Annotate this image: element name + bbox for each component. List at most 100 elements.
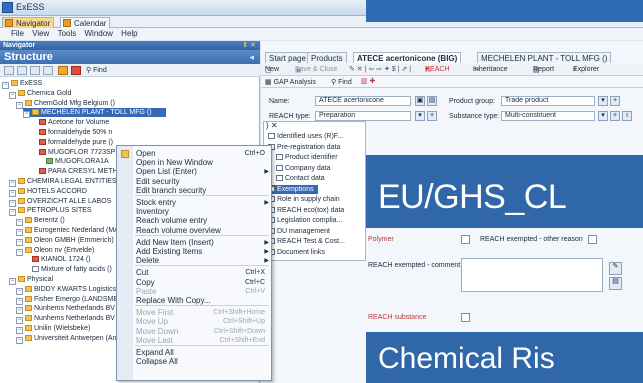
pin-close-icon[interactable]: ⇕ ✕: [242, 41, 256, 50]
add-icon[interactable]: +: [610, 111, 620, 121]
folder-icon: [25, 334, 32, 341]
add-icon[interactable]: +: [610, 96, 620, 106]
tree-node[interactable]: − Chemica Gold: [9, 89, 71, 99]
tree-node[interactable]: − Unilin (Wielsbeke): [16, 324, 90, 334]
edit-icon[interactable]: ▤: [427, 96, 437, 106]
tree-node[interactable]: − HOTELS ACCORD: [9, 187, 87, 197]
tree-node[interactable]: PARA CRESYL METH: [30, 167, 118, 176]
tree-node[interactable]: − Oleon nv (Ertvelde): [16, 246, 94, 256]
tab-navigator[interactable]: Navigator: [2, 17, 55, 28]
tree-node[interactable]: − Nunhems Netherlands BV (: [16, 304, 119, 315]
section-node[interactable]: Contact data: [276, 174, 325, 183]
structure-title: Structure: [4, 51, 53, 63]
expand-toggle-icon[interactable]: −: [9, 278, 16, 285]
tree-node[interactable]: formaldehyde pure (): [30, 138, 113, 147]
tree-node[interactable]: − Universiteit Antwerpen (An: [16, 334, 116, 344]
editor-tab[interactable]: Products: [307, 52, 347, 63]
reach-type-select[interactable]: Preparation: [315, 111, 411, 121]
tree-tool-expand-icon[interactable]: [17, 66, 27, 75]
section-node[interactable]: DU management: [268, 227, 330, 236]
tree-node-label: Oleon GMBH (Emmerich): [34, 236, 114, 244]
info-icon[interactable]: i: [622, 111, 632, 121]
menu-window[interactable]: Window: [81, 28, 115, 38]
dropdown-icon[interactable]: ▾: [415, 111, 425, 121]
dropdown-icon[interactable]: ▾: [598, 111, 608, 121]
menu-file[interactable]: File: [8, 28, 27, 38]
add-icon[interactable]: +: [427, 111, 437, 121]
gap-analysis-button[interactable]: ▦ GAP Analysis: [265, 78, 316, 86]
section-node[interactable]: Legislation complia...: [268, 216, 342, 225]
reach-exempted-comment-field[interactable]: [461, 258, 603, 292]
tree-node[interactable]: − OVERZICHT ALLE LABOS: [9, 197, 111, 207]
tree-node[interactable]: KIANOL 1724 (): [23, 255, 91, 264]
toolbar-icon-group[interactable]: ✎ ✕ | ⇦ ⇨ ✦ $ | ⇗ |: [349, 65, 411, 73]
tree-tool-pause-icon[interactable]: [71, 66, 81, 75]
tree-node[interactable]: Mixture of fatty acids (): [23, 265, 112, 274]
section-node[interactable]: Document links: [268, 248, 325, 257]
tree-node[interactable]: formaldehyde 50% n: [30, 128, 112, 137]
section-node[interactable]: REACH eco(tox) data: [268, 206, 344, 215]
editor-find-button[interactable]: ⚲ Find: [331, 78, 352, 86]
menu-tools[interactable]: Tools: [55, 28, 80, 38]
expand-toggle-icon[interactable]: −: [23, 111, 30, 119]
tree-node-label: Mixture of fatty acids (): [41, 266, 112, 274]
comment-lookup-icon[interactable]: ▤: [609, 277, 622, 290]
expand-toggle-icon[interactable]: −: [16, 248, 23, 256]
section-node[interactable]: Exemptions: [268, 184, 318, 194]
expand-toggle-icon[interactable]: −: [16, 101, 23, 109]
collapse-panel-icon[interactable]: ◂: [249, 50, 254, 64]
tree-node[interactable]: − ExESS: [2, 79, 42, 89]
editor-tab[interactable]: MECHELEN PLANT - TOLL MFG (): [477, 52, 612, 63]
tree-node[interactable]: − Berentz (): [16, 216, 65, 227]
tab-calendar[interactable]: Calendar: [60, 17, 111, 28]
polymer-checkbox[interactable]: [461, 235, 470, 244]
favorite-icon[interactable]: ▥ ✚: [361, 77, 375, 85]
tree-node[interactable]: MUGOFLOR 7723SP: [30, 148, 115, 157]
menu-view[interactable]: View: [29, 28, 52, 38]
reach-button[interactable]: ⚠ REACH ▾: [425, 65, 450, 74]
tree-node[interactable]: − PETROPLUS SITES: [9, 206, 92, 217]
reach-exempted-other-checkbox[interactable]: [588, 235, 597, 244]
tree-node[interactable]: Acetone for Volume: [30, 118, 109, 127]
tree-find-button[interactable]: ⚲ Find: [86, 66, 107, 74]
section-node[interactable]: REACH Test & Cost...: [268, 237, 345, 246]
section-node[interactable]: Product identifier: [276, 153, 338, 162]
folder-icon: [18, 178, 25, 184]
name-field[interactable]: ATECE acertonicone: [315, 96, 411, 106]
tree-node[interactable]: − BIDDY KWARTS Logistics (: [16, 285, 120, 295]
tree-node[interactable]: − CHEMIRA LEGAL ENTITIES: [9, 177, 117, 187]
tree-tool-filter-icon[interactable]: [43, 66, 53, 75]
tree-node[interactable]: − Eurogentec Nederland (MA: [16, 226, 119, 236]
section-node[interactable]: Identified uses (R)F...: [268, 132, 343, 141]
tree-node-label: KIANOL 1724 (): [41, 256, 91, 264]
editor-tab[interactable]: Start page: [265, 52, 310, 63]
product-group-select[interactable]: Trade product: [501, 96, 595, 106]
tree-node[interactable]: − ChemGold Mfg Belgium (): [16, 99, 115, 109]
subtree-close-icon[interactable]: ) ✕: [266, 121, 278, 130]
section-node[interactable]: Company data: [276, 164, 331, 173]
lookup-icon[interactable]: ▣: [415, 96, 425, 106]
expand-toggle-icon[interactable]: −: [9, 209, 16, 217]
expand-toggle-icon[interactable]: −: [9, 91, 16, 99]
section-node[interactable]: Role in supply chain: [268, 195, 340, 204]
tree-node[interactable]: − Physical: [9, 275, 53, 285]
menu-help[interactable]: Help: [118, 28, 140, 38]
tree-node[interactable]: − Fisher Emergo (LANDSMEE: [16, 295, 123, 305]
tree-node[interactable]: MUGOFLORA1A: [37, 157, 109, 166]
section-node[interactable]: Pre-registration data: [268, 143, 340, 152]
substance-type-select[interactable]: Multi-constituent: [501, 111, 595, 121]
tree-tool-refresh-icon[interactable]: [4, 66, 14, 75]
dropdown-icon[interactable]: ▾: [598, 96, 608, 106]
comment-edit-icon[interactable]: ✎: [609, 262, 622, 275]
expand-toggle-icon[interactable]: −: [2, 82, 9, 89]
tree-tool-collapse-icon[interactable]: [30, 66, 40, 75]
editor-toolbar-secondary: ▦ GAP Analysis ⚲ Find ▥ ✚: [261, 76, 643, 88]
tree-tool-highlight-icon[interactable]: [58, 66, 68, 75]
editor-tab[interactable]: ATECE acertonicone (BIG): [353, 52, 462, 63]
tree-node[interactable]: − Oleon GMBH (Emmerich): [16, 236, 114, 246]
menu-item-collapse-all[interactable]: Collapse All: [117, 356, 273, 368]
reach-substance-checkbox[interactable]: [461, 313, 470, 322]
tree-node[interactable]: − MECHELEN PLANT - TOLL MFG (): [23, 108, 166, 119]
expand-toggle-icon[interactable]: −: [16, 336, 23, 344]
tree-node[interactable]: − Nunhems Netherlands BV (: [16, 314, 119, 325]
